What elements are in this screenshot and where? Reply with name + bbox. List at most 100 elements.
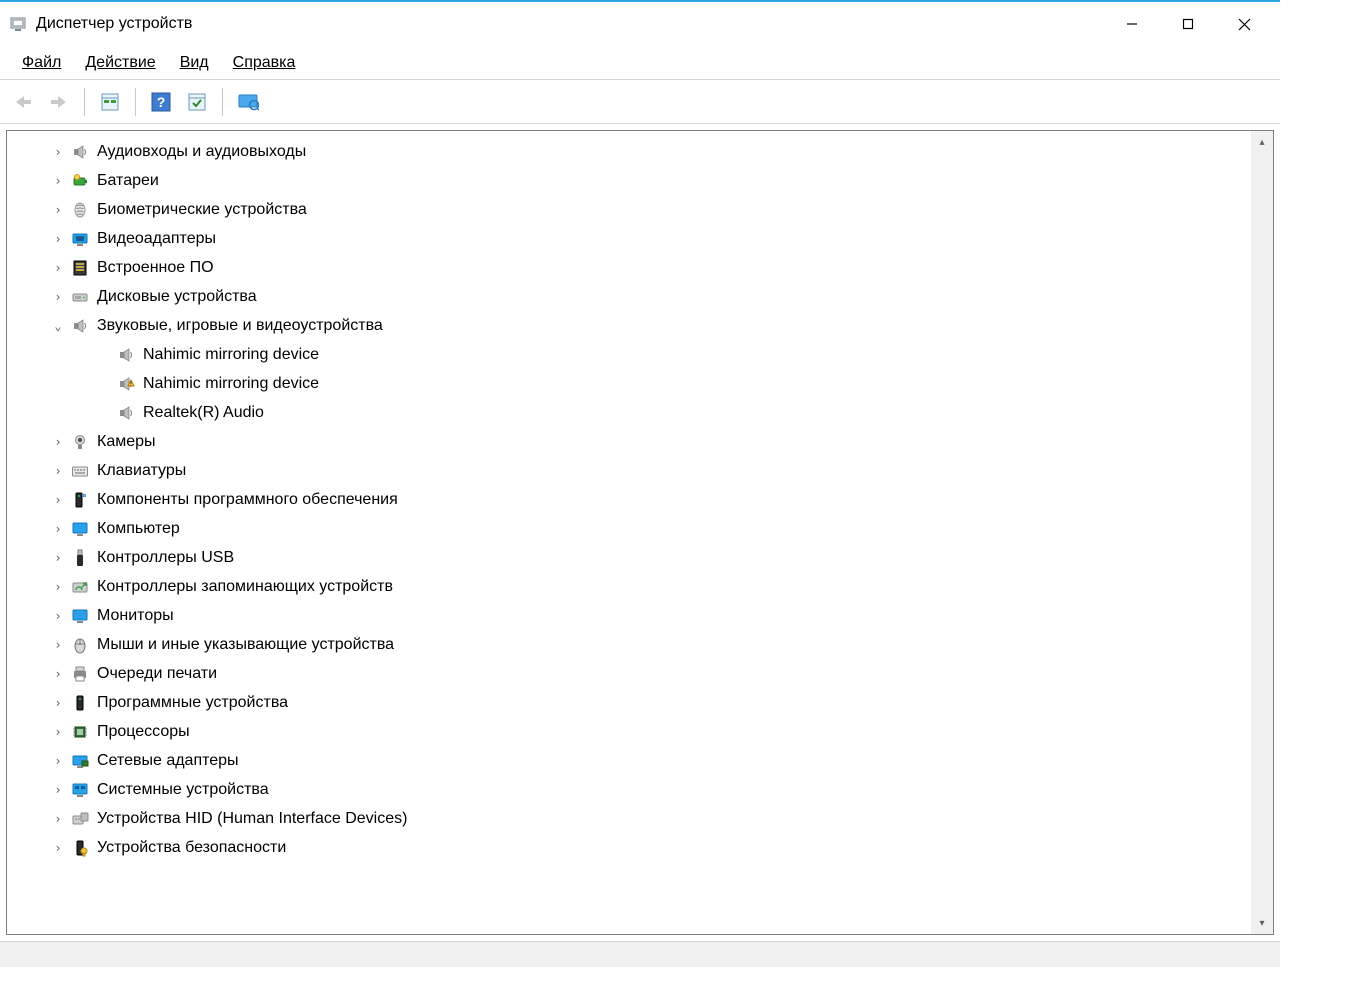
- chevron-right-icon[interactable]: ›: [49, 812, 67, 826]
- tree-category-label: Биометрические устройства: [97, 201, 307, 219]
- chevron-right-icon[interactable]: ›: [49, 290, 67, 304]
- tree-category[interactable]: › Контроллеры запоминающих устройств: [7, 572, 1251, 601]
- tree-category-label: Системные устройства: [97, 781, 269, 799]
- tree-category[interactable]: › Аудиовходы и аудиовыходы: [7, 137, 1251, 166]
- chevron-right-icon[interactable]: ›: [49, 667, 67, 681]
- tree-category[interactable]: ›Клавиатуры: [7, 456, 1251, 485]
- toolbar-separator: [84, 88, 85, 116]
- tree-category-label: Видеоадаптеры: [97, 230, 216, 248]
- tree-device[interactable]: !Nahimic mirroring device: [7, 369, 1251, 398]
- tree-device[interactable]: Nahimic mirroring device: [7, 340, 1251, 369]
- usb-icon: [69, 547, 91, 569]
- software-device-icon: [69, 692, 91, 714]
- mouse-icon: [69, 634, 91, 656]
- nav-forward-button[interactable]: [42, 85, 76, 119]
- tree-category[interactable]: › Мыши и иные указывающие устройства: [7, 630, 1251, 659]
- tree-category[interactable]: › Компьютер: [7, 514, 1251, 543]
- tree-category-label: Программные устройства: [97, 694, 288, 712]
- tree-category[interactable]: › Процессоры: [7, 717, 1251, 746]
- menu-file[interactable]: Файл: [12, 50, 71, 76]
- properties-button[interactable]: [93, 85, 127, 119]
- tree-category[interactable]: › Камеры: [7, 427, 1251, 456]
- help-button[interactable]: ?: [144, 85, 178, 119]
- tree-category[interactable]: › Встроенное ПО: [7, 253, 1251, 282]
- firmware-icon: [69, 257, 91, 279]
- chevron-right-icon[interactable]: ›: [49, 609, 67, 623]
- tree-category[interactable]: › Биометрические устройства: [7, 195, 1251, 224]
- scroll-down-icon[interactable]: ▾: [1251, 912, 1273, 934]
- tree-category-label: Контроллеры USB: [97, 549, 234, 567]
- chevron-right-icon[interactable]: ›: [49, 551, 67, 565]
- tree-category-label: Камеры: [97, 433, 156, 451]
- speaker-warning-icon: !: [115, 373, 137, 395]
- svg-text:+: +: [84, 493, 86, 497]
- chevron-right-icon[interactable]: ›: [49, 261, 67, 275]
- tree-device-label: Realtek(R) Audio: [143, 404, 264, 422]
- menu-action[interactable]: Действие: [75, 50, 165, 76]
- monitor-icon: [69, 518, 91, 540]
- software-component-icon: +: [69, 489, 91, 511]
- chevron-down-icon[interactable]: ⌄: [49, 319, 67, 333]
- speaker-icon: [69, 315, 91, 337]
- chevron-right-icon[interactable]: ›: [49, 145, 67, 159]
- toolbar-separator: [222, 88, 223, 116]
- tree-category[interactable]: › Видеоадаптеры: [7, 224, 1251, 253]
- chevron-right-icon[interactable]: ›: [49, 754, 67, 768]
- tree-category-label: Мыши и иные указывающие устройства: [97, 636, 394, 654]
- tree-category[interactable]: ›Дисковые устройства: [7, 282, 1251, 311]
- tree-category[interactable]: ›Устройства HID (Human Interface Devices…: [7, 804, 1251, 833]
- close-button[interactable]: [1216, 5, 1272, 43]
- maximize-button[interactable]: [1160, 5, 1216, 43]
- chevron-right-icon[interactable]: ›: [49, 174, 67, 188]
- storage-controller-icon: [69, 576, 91, 598]
- scan-hardware-button[interactable]: [180, 85, 214, 119]
- chevron-right-icon[interactable]: ›: [49, 783, 67, 797]
- tree-category-label: Встроенное ПО: [97, 259, 214, 277]
- tree-device[interactable]: Realtek(R) Audio: [7, 398, 1251, 427]
- chevron-right-icon[interactable]: ›: [49, 522, 67, 536]
- chevron-right-icon[interactable]: ›: [49, 580, 67, 594]
- menu-help[interactable]: Справка: [223, 50, 306, 76]
- scroll-up-icon[interactable]: ▴: [1251, 131, 1273, 153]
- system-icon: [69, 779, 91, 801]
- security-icon: [69, 837, 91, 859]
- camera-icon: [69, 431, 91, 453]
- tree-category-label: Звуковые, игровые и видеоустройства: [97, 317, 383, 335]
- tree-category-label: Сетевые адаптеры: [97, 752, 239, 770]
- device-tree[interactable]: ›Аудиовходы и аудиовыходы›Батареи›Биомет…: [7, 131, 1251, 934]
- tree-category[interactable]: › Программные устройства: [7, 688, 1251, 717]
- tree-category-label: Контроллеры запоминающих устройств: [97, 578, 393, 596]
- nav-back-button[interactable]: [6, 85, 40, 119]
- monitor-icon: [69, 605, 91, 627]
- chevron-right-icon[interactable]: ›: [49, 493, 67, 507]
- tree-category-label: Компьютер: [97, 520, 180, 538]
- tree-category[interactable]: ›Батареи: [7, 166, 1251, 195]
- speaker-icon: [115, 344, 137, 366]
- tree-category-label: Процессоры: [97, 723, 190, 741]
- tree-category[interactable]: › Мониторы: [7, 601, 1251, 630]
- chevron-right-icon[interactable]: ›: [49, 435, 67, 449]
- tree-category[interactable]: ›Устройства безопасности: [7, 833, 1251, 862]
- chevron-right-icon[interactable]: ›: [49, 696, 67, 710]
- tree-category[interactable]: › Системные устройства: [7, 775, 1251, 804]
- svg-text:?: ?: [157, 94, 166, 110]
- tree-category[interactable]: ›+Компоненты программного обеспечения: [7, 485, 1251, 514]
- vertical-scrollbar[interactable]: ▴ ▾: [1251, 131, 1273, 934]
- chevron-right-icon[interactable]: ›: [49, 841, 67, 855]
- menu-view[interactable]: Вид: [170, 50, 219, 76]
- tree-category-label: Аудиовходы и аудиовыходы: [97, 143, 306, 161]
- chevron-right-icon[interactable]: ›: [49, 725, 67, 739]
- tree-category[interactable]: › Очереди печати: [7, 659, 1251, 688]
- chevron-right-icon[interactable]: ›: [49, 464, 67, 478]
- tree-category-label: Мониторы: [97, 607, 174, 625]
- show-hidden-button[interactable]: [231, 85, 265, 119]
- network-icon: [69, 750, 91, 772]
- tree-category[interactable]: › Контроллеры USB: [7, 543, 1251, 572]
- tree-category[interactable]: ⌄ Звуковые, игровые и видеоустройства: [7, 311, 1251, 340]
- tree-category[interactable]: › Сетевые адаптеры: [7, 746, 1251, 775]
- minimize-button[interactable]: [1104, 5, 1160, 43]
- chevron-right-icon[interactable]: ›: [49, 232, 67, 246]
- chevron-right-icon[interactable]: ›: [49, 203, 67, 217]
- tree-category-label: Очереди печати: [97, 665, 217, 683]
- chevron-right-icon[interactable]: ›: [49, 638, 67, 652]
